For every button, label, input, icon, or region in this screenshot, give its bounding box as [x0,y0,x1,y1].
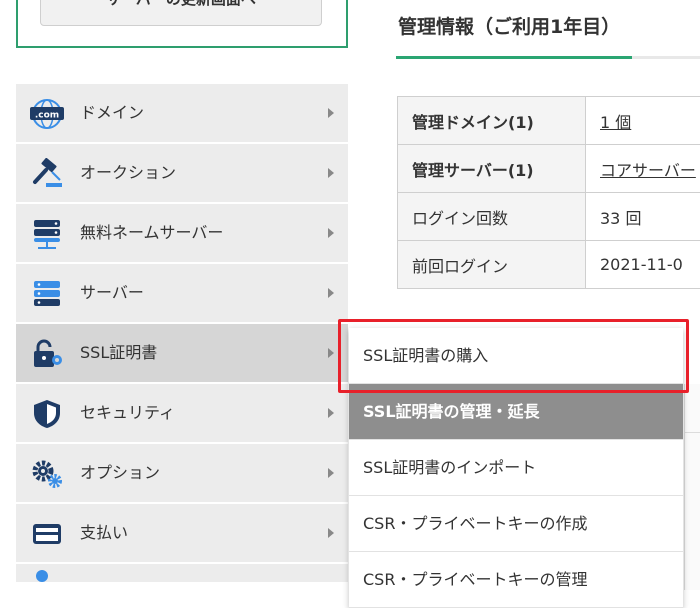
sidebar-item-ssl[interactable]: SSL証明書 [16,324,348,384]
info-key: ログイン回数 [398,193,586,241]
managed-domain-link[interactable]: 1 個 [600,113,631,132]
sidebar-menu: .com ドメイン オークション [16,84,348,584]
name-server-icon [30,218,64,250]
managed-server-link[interactable]: コアサーバー [600,161,696,180]
chevron-right-icon [328,528,334,538]
sidebar-item-domain[interactable]: .com ドメイン [16,84,348,144]
domain-com-icon: .com [30,98,64,130]
sidebar-item-option[interactable]: オプション [16,444,348,504]
table-row: 前回ログイン 2021-11-0 [398,241,700,289]
sidebar-item-label: オークション [80,144,176,202]
sidebar-item-auction[interactable]: オークション [16,144,348,204]
sidebar-item-server[interactable]: サーバー [16,264,348,324]
sidebar-item-label: 無料ネームサーバー [80,204,223,262]
svg-text:.com: .com [35,111,59,121]
chevron-right-icon [328,468,334,478]
sidebar-item-label: セキュリティ [80,384,175,442]
submenu-item-ssl-import[interactable]: SSL証明書のインポート [349,440,683,496]
server-icon [30,278,64,310]
submenu-item-ssl-purchase[interactable]: SSL証明書の購入 [349,328,683,384]
credit-card-icon [30,518,64,550]
chevron-right-icon [328,108,334,118]
shield-icon [30,398,64,430]
sidebar-item-label: 支払い [80,504,128,562]
gear-icon [30,458,64,490]
sidebar-item-free-name-server[interactable]: 無料ネームサーバー [16,204,348,264]
chevron-right-icon [328,408,334,418]
sidebar-item-security[interactable]: セキュリティ [16,384,348,444]
info-key: 管理サーバー(1) [398,145,586,193]
management-info-title: 管理情報（ご利用1年目） [398,12,620,39]
info-value: 1 個 [586,97,700,145]
server-renewal-button-label: サーバーの更新画面へ [106,0,256,9]
ssl-lock-icon [30,338,64,370]
submenu-item-csr-manage[interactable]: CSR・プライベートキーの管理 [349,552,683,608]
chevron-right-icon [328,348,334,358]
sidebar-item-partial[interactable] [16,564,348,584]
management-info-table: 管理ドメイン(1) 1 個 管理サーバー(1) コアサーバー ログイン回数 33… [397,96,700,289]
sidebar-item-label: サーバー [80,264,144,322]
submenu-item-ssl-manage-extend[interactable]: SSL証明書の管理・延長 [349,384,683,440]
table-row: 管理サーバー(1) コアサーバー [398,145,700,193]
table-row: 管理ドメイン(1) 1 個 [398,97,700,145]
submenu-item-csr-create[interactable]: CSR・プライベートキーの作成 [349,496,683,552]
info-value: 33 回 [586,193,700,241]
top-panel: サーバーの更新画面へ [16,0,348,48]
partial-icon [30,566,64,584]
server-renewal-button[interactable]: サーバーの更新画面へ [40,0,322,26]
table-row: ログイン回数 33 回 [398,193,700,241]
info-value: 2021-11-0 [586,241,700,289]
auction-gavel-icon [30,158,64,190]
info-key: 管理ドメイン(1) [398,97,586,145]
chevron-right-icon [328,168,334,178]
background-panel-edge [684,384,700,590]
info-key: 前回ログイン [398,241,586,289]
sidebar-item-label: オプション [80,444,160,502]
sidebar-item-payment[interactable]: 支払い [16,504,348,564]
chevron-right-icon [328,228,334,238]
chevron-right-icon [328,288,334,298]
ssl-submenu: SSL証明書の購入 SSL証明書の管理・延長 SSL証明書のインポート CSR・… [349,328,683,608]
sidebar-item-label: ドメイン [80,84,144,142]
title-underline-accent [396,56,632,59]
sidebar-item-label: SSL証明書 [80,324,157,382]
info-value: コアサーバー [586,145,700,193]
